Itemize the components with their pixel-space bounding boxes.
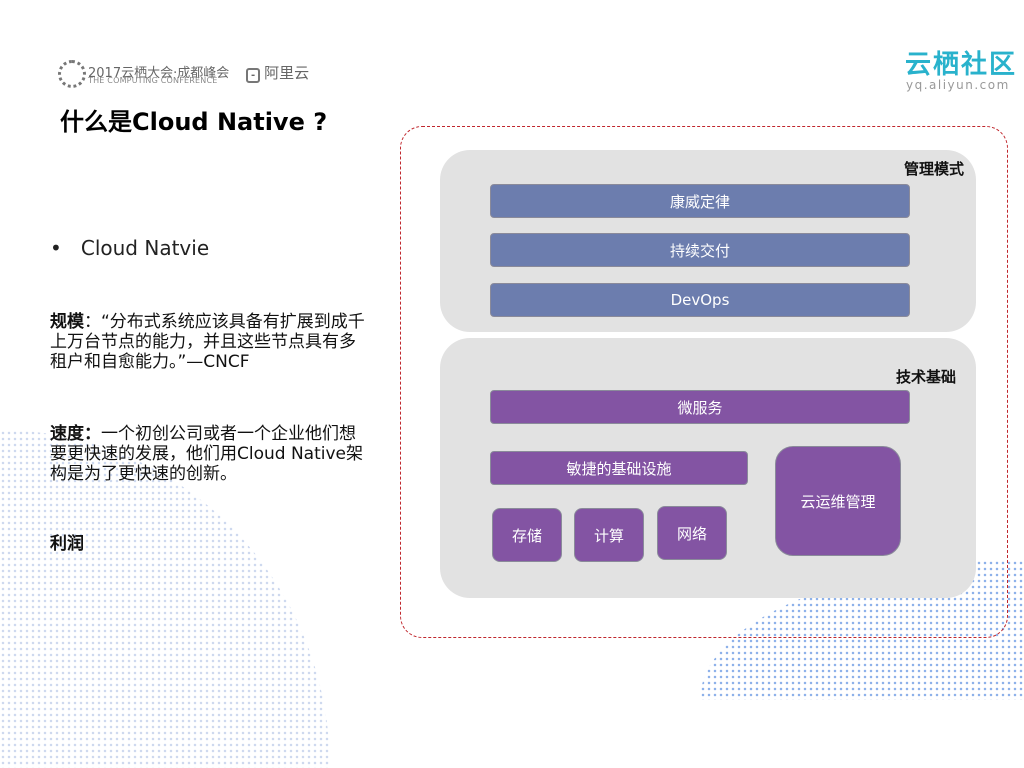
box-microservices: 微服务 [490, 390, 910, 424]
bullet-item: • Cloud Natvie [50, 236, 210, 260]
tech-panel: 技术基础 微服务 敏捷的基础设施 存储 计算 网络 云运维管理 [440, 338, 976, 598]
aliyun-logo: - 阿里云 [246, 62, 309, 83]
box-compute: 计算 [574, 508, 644, 562]
management-label: 管理模式 [903, 160, 964, 178]
box-cloud-ops: 云运维管理 [775, 446, 901, 556]
paragraph-profit: 利润 [50, 534, 370, 554]
slide-title: 什么是Cloud Native ? [60, 108, 328, 136]
community-logo: 云栖社区 [905, 50, 1018, 80]
community-url: yq.aliyun.com [906, 78, 1010, 92]
conference-subtitle: THE COMPUTING CONFERENCE [88, 76, 218, 85]
para-label: 速度： [50, 424, 101, 444]
box-cd: 持续交付 [490, 233, 910, 267]
aliyun-logo-icon: - [246, 68, 261, 83]
box-network: 网络 [657, 506, 727, 560]
box-devops: DevOps [490, 283, 910, 317]
paragraph-speed: 速度：一个初创公司或者一个企业他们想要更快速的发展，他们用Cloud Nativ… [50, 424, 370, 484]
para-label: 规模 [50, 312, 84, 332]
aliyun-logo-text: 阿里云 [264, 64, 310, 82]
management-panel: 管理模式 康威定律 持续交付 DevOps [440, 150, 976, 332]
para-label: 利润 [50, 534, 84, 554]
paragraph-scale: 规模：“分布式系统应该具备有扩展到成千上万台节点的能力，并且这些节点具有多租户和… [50, 312, 370, 372]
box-storage: 存储 [492, 508, 562, 562]
bullet-text: Cloud Natvie [80, 236, 210, 260]
box-conway: 康威定律 [490, 184, 910, 218]
conference-logo-icon [58, 60, 86, 88]
tech-label: 技术基础 [895, 368, 956, 386]
box-infra: 敏捷的基础设施 [490, 451, 748, 485]
para-text: ：“分布式系统应该具备有扩展到成千上万台节点的能力，并且这些节点具有多租户和自愈… [50, 312, 365, 372]
